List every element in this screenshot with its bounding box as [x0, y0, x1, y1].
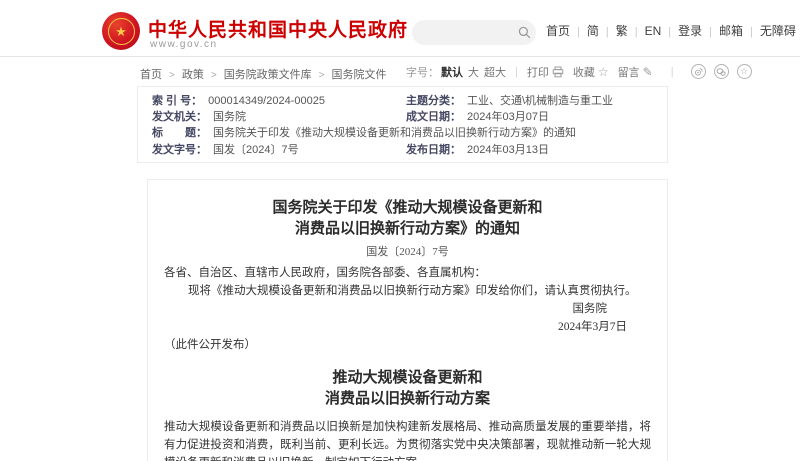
- page: 中华人民共和国中央人民政府 www.gov.cn 首页 简 繁 EN 登录 邮箱…: [0, 0, 800, 461]
- emblem-star-icon: [108, 18, 135, 45]
- pencil-icon: ✎: [643, 66, 653, 78]
- meta-label-doc-number: 发文字号：: [152, 142, 207, 158]
- print-button[interactable]: 打印: [527, 64, 564, 80]
- meta-row: 发文字号： 国发〔2024〕7号 发布日期： 2024年03月13日: [152, 142, 657, 158]
- share-weibo-button[interactable]: [691, 64, 706, 79]
- meta-row: 标 题： 国务院关于印发《推动大规模设备更新和消费品以旧换新行动方案》的通知: [152, 125, 657, 141]
- divider: |: [515, 66, 518, 78]
- meta-label-written-date: 成文日期：: [406, 109, 461, 125]
- attachment-title: 推动大规模设备更新和 消费品以旧换新行动方案: [164, 368, 651, 410]
- favorite-label: 收藏: [573, 64, 595, 80]
- font-size-option-xlarge[interactable]: 超大: [484, 64, 506, 80]
- document-card: 国务院关于印发《推动大规模设备更新和 消费品以旧换新行动方案》的通知 国发〔20…: [147, 179, 668, 461]
- nav-link-english[interactable]: EN: [628, 24, 662, 38]
- meta-value-category: 工业、交通\机械制造与重工业: [467, 93, 613, 109]
- meta-value-written-date: 2024年03月07日: [467, 109, 549, 125]
- breadcrumb: 首页 政策 国务院政策文件库 国务院文件: [140, 66, 387, 82]
- meta-label-issuer: 发文机关：: [152, 109, 207, 125]
- meta-row: 发文机关： 国务院 成文日期： 2024年03月07日: [152, 109, 657, 125]
- star-circle-icon: ☆: [740, 67, 748, 76]
- paragraph-intro: 推动大规模设备更新和消费品以旧换新是加快构建新发展格局、推动高质量发展的重要举措…: [164, 418, 651, 461]
- comment-label: 留言: [618, 64, 640, 80]
- site-header: 中华人民共和国中央人民政府 www.gov.cn 首页 简 繁 EN 登录 邮箱…: [0, 0, 800, 57]
- breadcrumb-item-policy[interactable]: 政策: [162, 66, 204, 82]
- signature-block: 国务院 2024年3月7日: [164, 300, 651, 336]
- document-title-line2: 消费品以旧换新行动方案》的通知: [164, 219, 651, 240]
- paragraph-forwarding: 现将《推动大规模设备更新和消费品以旧换新行动方案》印发给你们，请认真贯彻执行。: [164, 282, 651, 300]
- wechat-icon: [716, 67, 726, 77]
- site-title: 中华人民共和国中央人民政府: [148, 15, 408, 42]
- nav-link-home[interactable]: 首页: [546, 22, 570, 39]
- document-title-line1: 国务院关于印发《推动大规模设备更新和: [164, 198, 651, 219]
- print-label: 打印: [527, 64, 549, 80]
- meta-label-title: 标 题：: [152, 125, 207, 141]
- meta-value-issuer: 国务院: [213, 109, 246, 125]
- meta-label-index: 索 引 号：: [152, 93, 202, 109]
- nav-link-simplified[interactable]: 简: [570, 22, 599, 39]
- meta-value-index: 000014349/2024-00025: [208, 93, 325, 109]
- breadcrumb-item-home[interactable]: 首页: [140, 66, 162, 82]
- attachment-title-line1: 推动大规模设备更新和: [164, 368, 651, 389]
- national-emblem-icon: [102, 12, 140, 50]
- breadcrumb-item-library[interactable]: 国务院政策文件库: [204, 66, 312, 82]
- nav-link-login[interactable]: 登录: [661, 22, 702, 39]
- font-size-option-default[interactable]: 默认: [441, 64, 463, 80]
- document-title: 国务院关于印发《推动大规模设备更新和 消费品以旧换新行动方案》的通知: [164, 198, 651, 240]
- search-input[interactable]: [412, 20, 512, 45]
- printer-icon: [552, 66, 564, 78]
- star-icon: ☆: [598, 66, 609, 78]
- font-size-option-large[interactable]: 大: [468, 64, 479, 80]
- divider: |: [671, 66, 674, 78]
- share-wechat-button[interactable]: [714, 64, 729, 79]
- salutation: 各省、自治区、直辖市人民政府，国务院各部委、各直属机构：: [164, 264, 651, 282]
- top-nav: 首页 简 繁 EN 登录 邮箱 无障碍: [546, 22, 796, 39]
- favorite-button[interactable]: 收藏 ☆: [573, 64, 609, 80]
- page-tools: 字号： 默认 大 超大 | 打印 收藏 ☆ 留言 ✎ |: [406, 63, 752, 80]
- meta-label-publish-date: 发布日期：: [406, 142, 461, 158]
- nav-link-accessibility[interactable]: 无障碍: [743, 22, 796, 39]
- meta-value-title: 国务院关于印发《推动大规模设备更新和消费品以旧换新行动方案》的通知: [213, 125, 576, 141]
- document-meta-table: 索 引 号： 000014349/2024-00025 主题分类： 工业、交通\…: [137, 86, 668, 163]
- site-url: www.gov.cn: [150, 39, 218, 50]
- search-bar[interactable]: [412, 20, 536, 45]
- document-number: 国发〔2024〕7号: [164, 245, 651, 260]
- sign-date: 2024年3月7日: [558, 318, 627, 336]
- meta-value-doc-number: 国发〔2024〕7号: [213, 142, 299, 158]
- meta-label-category: 主题分类：: [406, 93, 461, 109]
- font-size-label: 字号：: [406, 64, 439, 80]
- public-release-note: （此件公开发布）: [164, 336, 651, 354]
- comment-button[interactable]: 留言 ✎: [618, 64, 653, 80]
- weibo-icon: [694, 67, 703, 76]
- meta-value-publish-date: 2024年03月13日: [467, 142, 549, 158]
- nav-link-traditional[interactable]: 繁: [599, 22, 628, 39]
- meta-row: 索 引 号： 000014349/2024-00025 主题分类： 工业、交通\…: [152, 93, 657, 109]
- nav-link-mail[interactable]: 邮箱: [702, 22, 743, 39]
- share-more-button[interactable]: ☆: [737, 64, 752, 79]
- search-icon[interactable]: [512, 26, 536, 39]
- attachment-title-line2: 消费品以旧换新行动方案: [164, 389, 651, 410]
- breadcrumb-item-current: 国务院文件: [312, 66, 387, 82]
- signer: 国务院: [573, 300, 628, 318]
